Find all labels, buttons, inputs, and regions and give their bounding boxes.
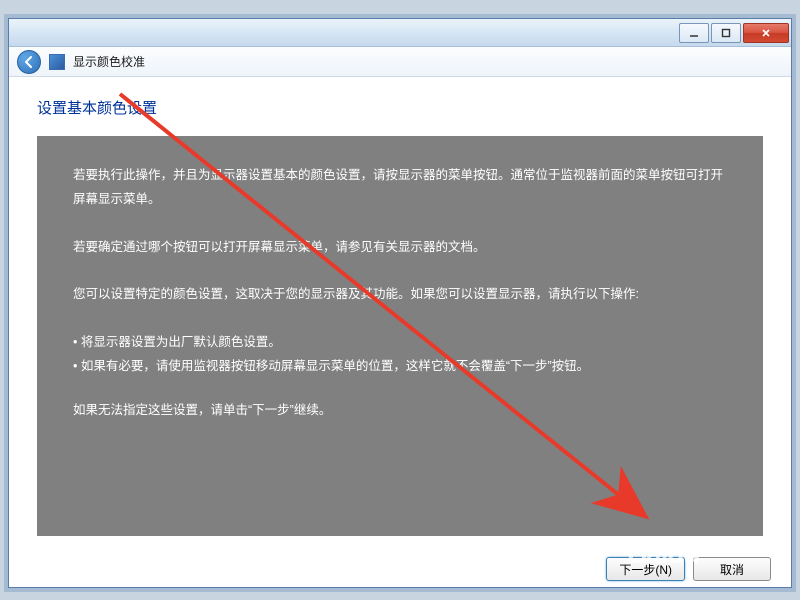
app-icon: [49, 54, 65, 70]
instruction-para-2: 若要确定通过哪个按钮可以打开屏幕显示菜单，请参见有关显示器的文档。: [73, 236, 727, 260]
next-button[interactable]: 下一步(N): [606, 557, 685, 581]
minimize-button[interactable]: [679, 23, 709, 43]
app-title: 显示颜色校准: [73, 53, 145, 70]
content-area: 设置基本颜色设置 若要执行此操作，并且为显示器设置基本的颜色设置，请按显示器的菜…: [9, 77, 791, 587]
page-heading: 设置基本颜色设置: [37, 97, 763, 118]
maximize-button[interactable]: [711, 23, 741, 43]
instruction-bullet-1: 将显示器设置为出厂默认颜色设置。: [73, 331, 727, 355]
instruction-bullet-2: 如果有必要，请使用监视器按钮移动屏幕显示菜单的位置，这样它就不会覆盖“下一步”按…: [73, 355, 727, 379]
instruction-list: 将显示器设置为出厂默认颜色设置。 如果有必要，请使用监视器按钮移动屏幕显示菜单的…: [73, 331, 727, 379]
maximize-icon: [721, 28, 731, 38]
titlebar: [9, 19, 791, 47]
back-button[interactable]: [17, 50, 41, 74]
instruction-para-3: 您可以设置特定的颜色设置，这取决于您的显示器及其功能。如果您可以设置显示器，请执…: [73, 283, 727, 307]
instruction-para-4: 如果无法指定这些设置，请单击“下一步”继续。: [73, 399, 727, 423]
navbar: 显示颜色校准: [9, 47, 791, 77]
footer-buttons: 下一步(N) 取消: [606, 557, 771, 581]
close-icon: [761, 28, 771, 38]
cancel-button[interactable]: 取消: [693, 557, 771, 581]
back-arrow-icon: [22, 55, 36, 69]
instructions-panel: 若要执行此操作，并且为显示器设置基本的颜色设置，请按显示器的菜单按钮。通常位于监…: [37, 136, 763, 536]
close-button[interactable]: [743, 23, 789, 43]
wizard-window: 显示颜色校准 设置基本颜色设置 若要执行此操作，并且为显示器设置基本的颜色设置，…: [8, 18, 792, 588]
instruction-para-1: 若要执行此操作，并且为显示器设置基本的颜色设置，请按显示器的菜单按钮。通常位于监…: [73, 164, 727, 212]
minimize-icon: [689, 28, 699, 38]
